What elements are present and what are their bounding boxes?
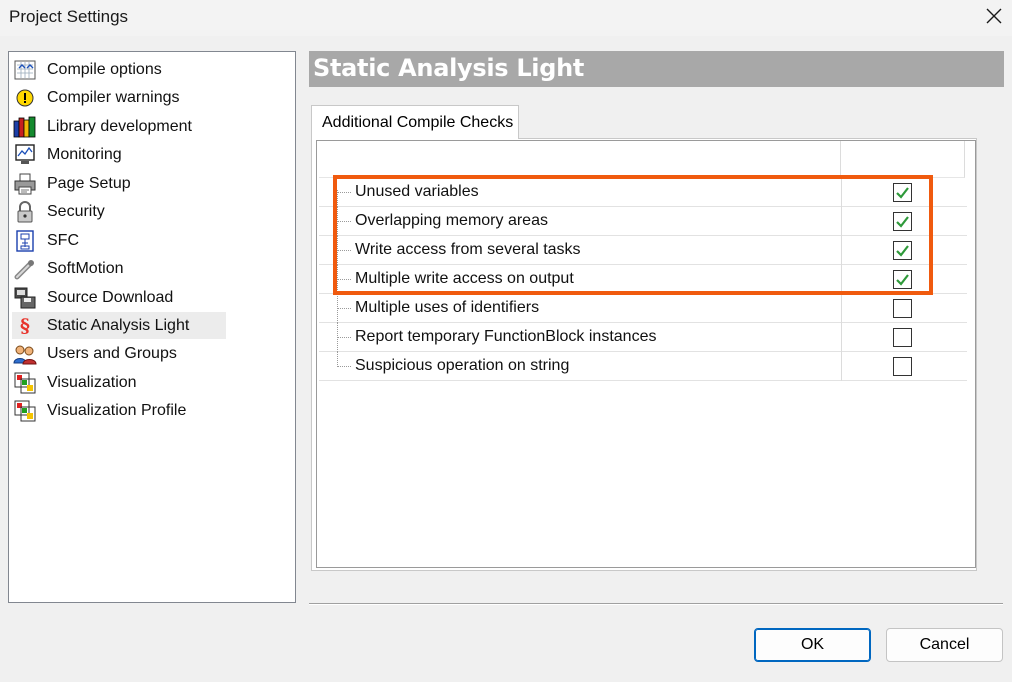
window-title: Project Settings bbox=[9, 7, 129, 26]
table-row: Write access from several tasks bbox=[319, 236, 967, 265]
sidebar-item-security[interactable]: Security bbox=[12, 198, 105, 225]
sidebar-item-label: Library development bbox=[47, 117, 192, 135]
sidebar-item-source-download[interactable]: Source Download bbox=[12, 284, 173, 311]
section-heading-bar: Static Analysis Light bbox=[309, 51, 1004, 87]
printer-icon bbox=[13, 173, 37, 195]
check-multiple-identifiers-checkbox[interactable] bbox=[893, 299, 912, 318]
sidebar-item-label: SoftMotion bbox=[47, 259, 124, 277]
check-suspicious-string-checkbox[interactable] bbox=[893, 357, 912, 376]
sidebar-item-label: Compiler warnings bbox=[47, 88, 180, 106]
sidebar-item-sfc[interactable]: SFC bbox=[12, 227, 79, 254]
table-row: Report temporary FunctionBlock instances bbox=[319, 323, 967, 352]
check-unused-variables-checkbox[interactable] bbox=[893, 183, 912, 202]
sidebar-item-compiler-warnings[interactable]: Compiler warnings bbox=[12, 84, 180, 111]
sidebar-item-label: SFC bbox=[47, 231, 79, 249]
softmotion-icon bbox=[13, 258, 37, 280]
sidebar-item-visualization[interactable]: Visualization bbox=[12, 369, 137, 396]
sidebar-item-compile-options[interactable]: Compile options bbox=[12, 56, 162, 83]
footer-separator bbox=[309, 603, 1003, 605]
check-temporary-fb-instances-checkbox[interactable] bbox=[893, 328, 912, 347]
section-sign-icon: § bbox=[20, 314, 30, 337]
check-label: Report temporary FunctionBlock instances bbox=[355, 328, 657, 345]
check-label: Multiple uses of identifiers bbox=[355, 299, 540, 316]
checkmark-icon bbox=[896, 274, 909, 286]
users-icon bbox=[13, 343, 37, 365]
sidebar-item-label: Compile options bbox=[47, 60, 162, 78]
close-button[interactable] bbox=[976, 0, 1012, 32]
table-row: Unused variables bbox=[319, 178, 967, 207]
check-write-access-tasks-checkbox[interactable] bbox=[893, 241, 912, 260]
ok-button[interactable]: OK bbox=[754, 628, 871, 662]
column-header-name bbox=[319, 141, 841, 178]
close-icon bbox=[986, 8, 1002, 24]
sidebar-item-label: Monitoring bbox=[47, 145, 122, 163]
sidebar-item-label: Visualization Profile bbox=[47, 401, 187, 419]
sfc-icon bbox=[13, 229, 37, 252]
table-row: Multiple write access on output bbox=[319, 265, 967, 294]
sidebar-item-label: Visualization bbox=[47, 373, 137, 391]
check-label: Unused variables bbox=[355, 183, 479, 200]
table-row: Multiple uses of identifiers bbox=[319, 294, 967, 323]
check-label: Multiple write access on output bbox=[355, 270, 574, 287]
title-bar: Project Settings bbox=[0, 0, 1012, 36]
tab-additional-compile-checks[interactable]: Additional Compile Checks bbox=[311, 105, 519, 139]
table-row: Overlapping memory areas bbox=[319, 207, 967, 236]
checkmark-icon bbox=[896, 187, 909, 199]
sidebar-item-visualization-profile[interactable]: Visualization Profile bbox=[12, 397, 186, 424]
cancel-button[interactable]: Cancel bbox=[886, 628, 1003, 662]
table-row: Suspicious operation on string bbox=[319, 352, 967, 381]
library-books-icon bbox=[13, 116, 37, 138]
visualization-icon bbox=[13, 372, 37, 394]
compile-checks-grid: Unused variables Overlapping memory area… bbox=[316, 140, 976, 568]
column-header-enabled bbox=[841, 141, 965, 178]
check-label: Overlapping memory areas bbox=[355, 212, 548, 229]
warning-icon bbox=[13, 87, 37, 109]
visualization-profile-icon bbox=[13, 400, 37, 422]
sidebar-item-label: Source Download bbox=[47, 288, 174, 306]
sidebar-item-library-development[interactable]: Library development bbox=[12, 113, 192, 140]
sidebar-item-monitoring[interactable]: Monitoring bbox=[12, 141, 122, 168]
checkmark-icon bbox=[896, 216, 909, 228]
sidebar-item-static-analysis-light[interactable]: § Static Analysis Light bbox=[12, 312, 226, 339]
compile-options-icon bbox=[13, 59, 37, 81]
monitoring-icon bbox=[13, 143, 37, 166]
sidebar-item-label: Page Setup bbox=[47, 174, 131, 192]
tab-label: Additional Compile Checks bbox=[322, 113, 514, 131]
check-label: Write access from several tasks bbox=[355, 241, 581, 258]
sidebar-item-users-and-groups[interactable]: Users and Groups bbox=[12, 340, 177, 367]
check-label: Suspicious operation on string bbox=[355, 357, 570, 374]
settings-category-list[interactable]: Compile options Compiler warnings Librar… bbox=[8, 51, 296, 603]
sidebar-item-label: Static Analysis Light bbox=[47, 316, 190, 334]
page-title: Static Analysis Light bbox=[313, 54, 585, 82]
source-download-icon bbox=[13, 287, 37, 309]
sidebar-item-label: Security bbox=[47, 202, 105, 220]
sidebar-item-label: Users and Groups bbox=[47, 344, 177, 362]
check-overlapping-memory-checkbox[interactable] bbox=[893, 212, 912, 231]
sidebar-item-page-setup[interactable]: Page Setup bbox=[12, 170, 131, 197]
sidebar-item-softmotion[interactable]: SoftMotion bbox=[12, 255, 123, 282]
lock-icon bbox=[13, 200, 37, 223]
check-multiple-write-output-checkbox[interactable] bbox=[893, 270, 912, 289]
checkmark-icon bbox=[896, 245, 909, 257]
